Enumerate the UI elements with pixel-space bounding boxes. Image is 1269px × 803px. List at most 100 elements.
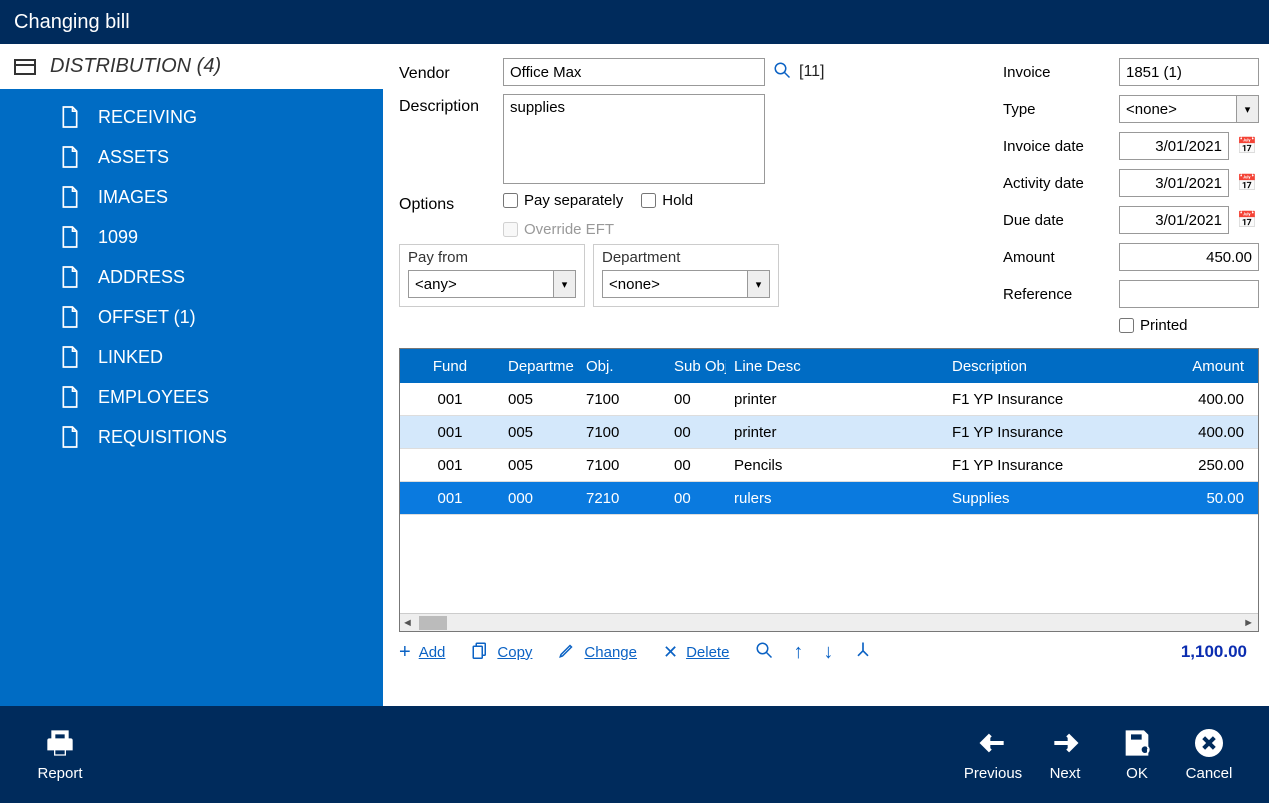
amount-input[interactable] — [1119, 243, 1259, 271]
col-desc[interactable]: Description — [944, 358, 1164, 375]
search-icon[interactable] — [755, 641, 773, 663]
delete-button[interactable]: ✕ Delete — [663, 642, 729, 663]
sidebar-item-label: LINKED — [98, 347, 163, 368]
arrow-left-icon — [977, 727, 1009, 759]
sidebar-item-label: EMPLOYEES — [98, 387, 209, 408]
sidebar-item[interactable]: OFFSET (1) — [60, 297, 383, 337]
department-select[interactable]: <none> ▾ — [602, 270, 770, 298]
hold-checkbox[interactable]: Hold — [641, 192, 693, 209]
document-icon — [60, 425, 80, 449]
department-label: Department — [602, 249, 770, 266]
sidebar-item-label: REQUISITIONS — [98, 427, 227, 448]
cancel-icon — [1193, 727, 1225, 759]
due-date-label: Due date — [1003, 212, 1113, 229]
table-row[interactable]: 001005710000printerF1 YP Insurance400.00 — [400, 416, 1258, 449]
type-label: Type — [1003, 101, 1113, 118]
pay-from-select[interactable]: <any> ▾ — [408, 270, 576, 298]
table-row[interactable]: 001000721000rulersSupplies50.00 — [400, 482, 1258, 515]
next-button[interactable]: Next — [1029, 727, 1101, 782]
sidebar-item[interactable]: LINKED — [60, 337, 383, 377]
sidebar-item[interactable]: IMAGES — [60, 177, 383, 217]
save-icon — [1121, 727, 1153, 759]
distribution-table: Fund Departme Obj. Sub Obj Line Desc Des… — [399, 348, 1259, 632]
type-select[interactable]: <none> ▾ — [1119, 95, 1259, 123]
printed-checkbox[interactable]: Printed — [1119, 317, 1259, 334]
due-date-input[interactable] — [1119, 206, 1229, 234]
vendor-input[interactable] — [503, 58, 765, 86]
description-input[interactable] — [503, 94, 765, 184]
cancel-button[interactable]: Cancel — [1173, 727, 1245, 782]
scroll-left-icon[interactable]: ◄ — [402, 617, 413, 629]
invoice-date-label: Invoice date — [1003, 138, 1113, 155]
activity-date-input[interactable] — [1119, 169, 1229, 197]
col-fund[interactable]: Fund — [400, 358, 500, 375]
calendar-icon[interactable]: 📅 — [1235, 136, 1259, 156]
document-icon — [60, 385, 80, 409]
sidebar-header-label: DISTRIBUTION (4) — [50, 55, 221, 78]
col-dept[interactable]: Departme — [500, 358, 578, 375]
sidebar-item-label: 1099 — [98, 227, 138, 248]
arrow-up-icon[interactable]: ↑ — [793, 641, 803, 664]
sidebar-item[interactable]: REQUISITIONS — [60, 417, 383, 457]
change-button[interactable]: Change — [558, 641, 637, 663]
table-row[interactable]: 001005710000printerF1 YP Insurance400.00 — [400, 383, 1258, 416]
pay-separately-checkbox[interactable]: Pay separately — [503, 192, 623, 209]
table-row[interactable]: 001005710000PencilsF1 YP Insurance250.00 — [400, 449, 1258, 482]
document-icon — [60, 345, 80, 369]
chevron-down-icon[interactable]: ▾ — [1237, 95, 1259, 123]
ok-button[interactable]: OK — [1101, 727, 1173, 782]
chevron-down-icon[interactable]: ▾ — [748, 270, 770, 298]
sidebar-item[interactable]: RECEIVING — [60, 97, 383, 137]
reference-input[interactable] — [1119, 280, 1259, 308]
content-panel: Vendor [11] Description Options — [383, 44, 1269, 706]
vendor-count: [11] — [799, 63, 825, 81]
sidebar-item[interactable]: ASSETS — [60, 137, 383, 177]
sidebar-header[interactable]: DISTRIBUTION (4) — [0, 44, 383, 89]
sidebar-item-label: RECEIVING — [98, 107, 197, 128]
sidebar-item-label: ASSETS — [98, 147, 169, 168]
calendar-icon[interactable]: 📅 — [1235, 210, 1259, 230]
description-label: Description — [399, 94, 503, 184]
split-icon[interactable] — [853, 640, 873, 664]
arrow-right-icon — [1049, 727, 1081, 759]
col-obj[interactable]: Obj. — [578, 358, 666, 375]
options-label: Options — [399, 192, 503, 214]
sidebar-item-label: ADDRESS — [98, 267, 185, 288]
sidebar-item-label: IMAGES — [98, 187, 168, 208]
scroll-right-icon[interactable]: ► — [1243, 617, 1254, 629]
search-icon[interactable] — [773, 61, 791, 84]
document-icon — [60, 145, 80, 169]
sidebar-item[interactable]: 1099 — [60, 217, 383, 257]
document-icon — [60, 105, 80, 129]
pay-from-group: Pay from <any> ▾ — [399, 244, 585, 307]
amount-label: Amount — [1003, 249, 1113, 266]
department-group: Department <none> ▾ — [593, 244, 779, 307]
col-sub[interactable]: Sub Obj — [666, 358, 726, 375]
footer-toolbar: Report Previous Next OK Cancel — [0, 706, 1269, 803]
horizontal-scrollbar[interactable]: ◄ ► — [400, 613, 1258, 631]
sidebar-item[interactable]: ADDRESS — [60, 257, 383, 297]
document-icon — [60, 305, 80, 329]
sidebar-item[interactable]: EMPLOYEES — [60, 377, 383, 417]
previous-button[interactable]: Previous — [957, 727, 1029, 782]
invoice-input[interactable] — [1119, 58, 1259, 86]
document-icon — [60, 225, 80, 249]
col-amount[interactable]: Amount — [1164, 358, 1258, 375]
document-icon — [60, 185, 80, 209]
arrow-down-icon[interactable]: ↓ — [823, 641, 833, 664]
reference-label: Reference — [1003, 286, 1113, 303]
chevron-down-icon[interactable]: ▾ — [554, 270, 576, 298]
add-button[interactable]: + Add — [399, 641, 445, 664]
override-eft-checkbox: Override EFT — [503, 221, 693, 238]
copy-button[interactable]: Copy — [471, 641, 532, 663]
table-total: 1,100.00 — [1181, 642, 1259, 662]
window-icon — [14, 59, 36, 75]
scrollbar-thumb[interactable] — [419, 616, 447, 630]
pencil-icon — [558, 641, 576, 663]
report-button[interactable]: Report — [24, 727, 96, 782]
calendar-icon[interactable]: 📅 — [1235, 173, 1259, 193]
col-linedesc[interactable]: Line Desc — [726, 358, 944, 375]
sidebar: DISTRIBUTION (4) RECEIVING ASSETS IMAGES 10… — [0, 44, 383, 706]
invoice-date-input[interactable] — [1119, 132, 1229, 160]
title-bar: Changing bill — [0, 0, 1269, 44]
